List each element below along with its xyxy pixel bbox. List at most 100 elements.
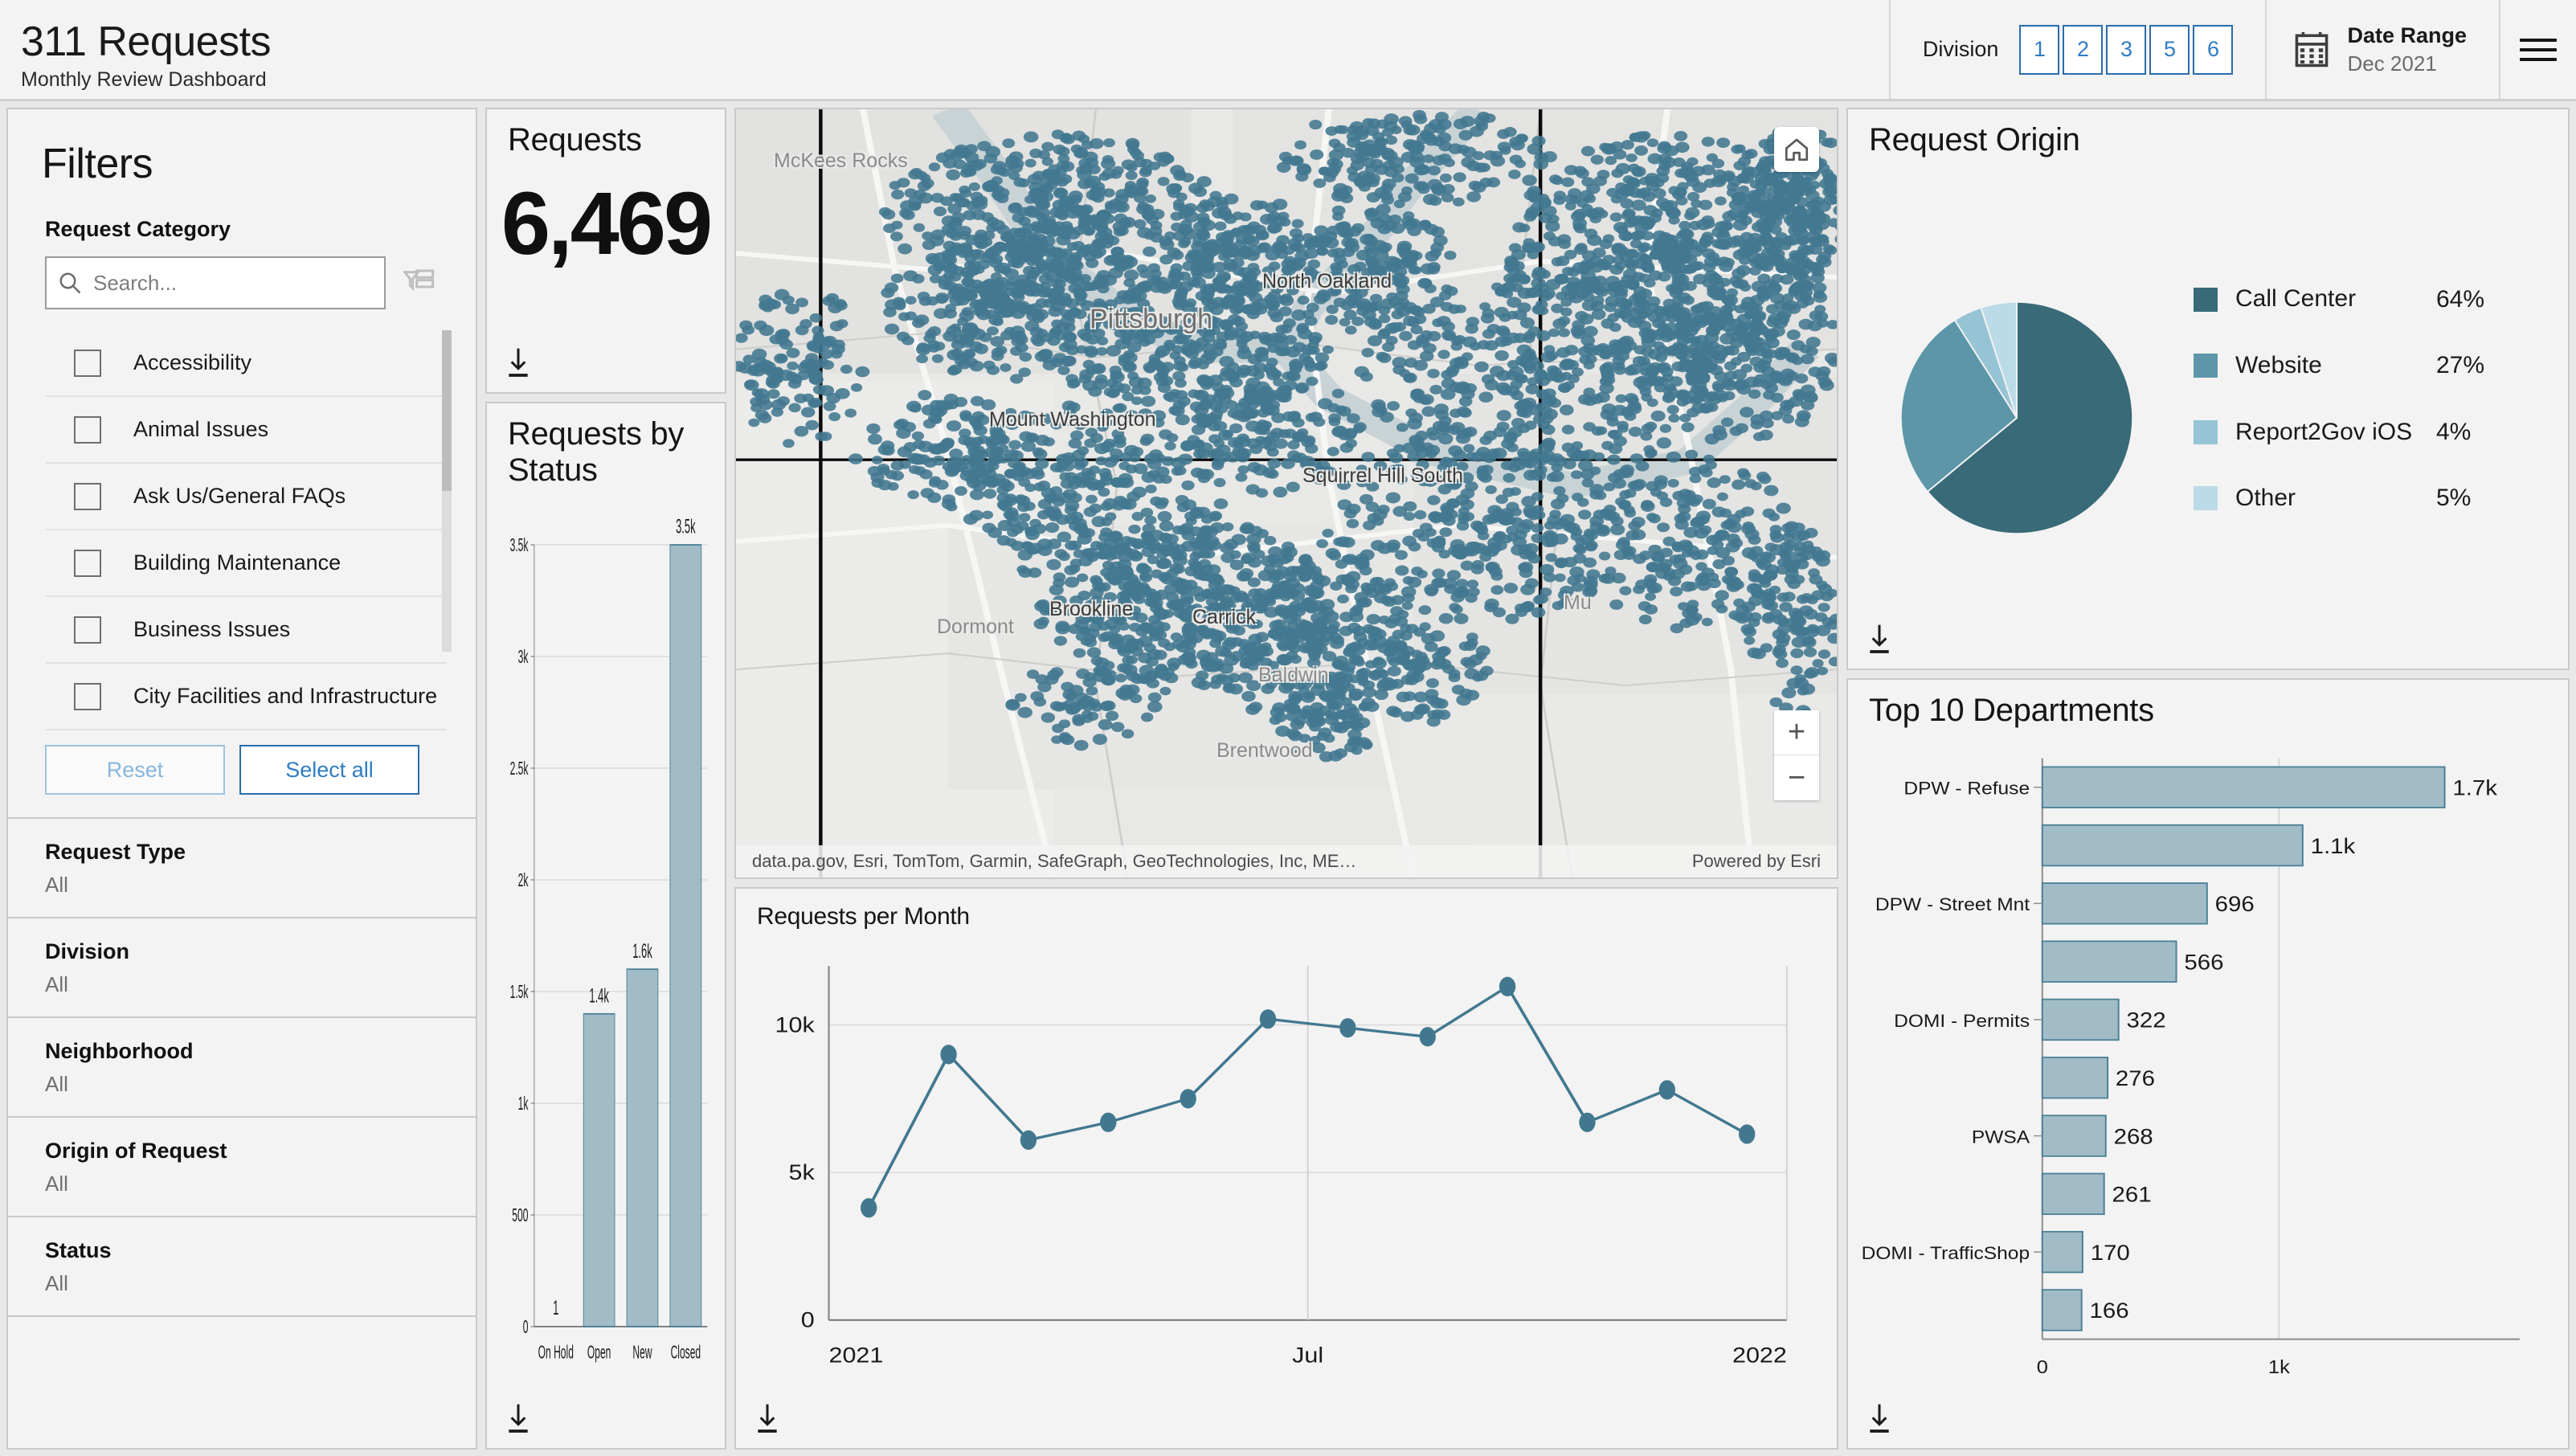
svg-text:New: New <box>632 1341 652 1362</box>
category-item[interactable]: Ask Us/General FAQs <box>45 464 447 530</box>
legend-value: 5% <box>2436 485 2472 512</box>
kpi-title: Requests <box>508 122 642 157</box>
division-selector: Division 1 2 3 5 6 <box>1888 0 2266 99</box>
filter-section-division[interactable]: Division All <box>8 917 476 1016</box>
category-checkbox[interactable] <box>74 616 101 644</box>
pie-legend: Call Center 64% Website 27% Report2Gov i… <box>2186 284 2568 550</box>
download-icon[interactable] <box>1866 1403 1893 1435</box>
division-button-6[interactable]: 6 <box>2193 24 2234 75</box>
category-checkbox[interactable] <box>74 349 101 377</box>
category-checkbox[interactable] <box>74 549 101 577</box>
map-attribution-bar: data.pa.gov, Esri, TomTom, Garmin, SafeG… <box>736 845 1837 877</box>
category-label: Accessibility <box>133 350 252 374</box>
filter-section-value: All <box>45 1172 68 1196</box>
filter-list-icon[interactable] <box>403 267 435 299</box>
dashboard-root: 311 Requests Monthly Review Dashboard Di… <box>0 0 2576 1456</box>
date-range-text: Date Range Dec 2021 <box>2347 22 2467 77</box>
menu-button[interactable] <box>2499 0 2576 99</box>
legend-swatch <box>2194 287 2218 312</box>
svg-text:3k: 3k <box>518 646 529 667</box>
category-item[interactable]: Building Maintenance <box>45 530 447 597</box>
legend-item[interactable]: Website 27% <box>2194 351 2568 381</box>
division-button-5[interactable]: 5 <box>2149 24 2190 75</box>
map-powered-by: Powered by Esri <box>1691 851 1821 871</box>
category-label: Animal Issues <box>133 417 269 441</box>
category-checkbox[interactable] <box>74 482 101 510</box>
map-zoom-in-button[interactable]: + <box>1774 710 1819 755</box>
middle-column: McKees Rocks Pittsburgh North Oakland Mount… <box>734 108 1838 1450</box>
legend-label: Other <box>2235 485 2296 512</box>
header-title-block: 311 Requests Monthly Review Dashboard <box>0 0 1889 99</box>
svg-text:1: 1 <box>553 1298 558 1320</box>
svg-text:Closed: Closed <box>671 1341 701 1362</box>
filter-section-value: All <box>45 873 68 897</box>
division-button-1[interactable]: 1 <box>2019 24 2060 75</box>
request-category-label: Request Category <box>45 217 231 241</box>
filter-section-title: Origin of Request <box>45 1139 227 1163</box>
pie-chart-graphic[interactable] <box>1848 273 2186 562</box>
map-home-button[interactable] <box>1774 127 1819 172</box>
category-label: Building Maintenance <box>133 550 341 575</box>
filter-section-value: All <box>45 1072 68 1096</box>
category-item[interactable]: City Facilities and Infrastructure <box>45 664 447 730</box>
category-label: City Facilities and Infrastructure <box>133 684 438 708</box>
kpi-value: 6,469 <box>501 174 713 273</box>
filter-section-request-type[interactable]: Request Type All <box>8 817 476 917</box>
download-icon[interactable] <box>505 347 532 379</box>
right-column: Request Origin Call Center 64% Website 2… <box>1846 108 2570 1450</box>
legend-value: 4% <box>2436 418 2472 445</box>
filter-actions: Reset Select all <box>8 730 476 817</box>
map-zoom-controls: + − <box>1774 710 1819 800</box>
page-title: 311 Requests <box>21 18 272 66</box>
legend-item[interactable]: Other 5% <box>2194 484 2568 513</box>
category-label: Ask Us/General FAQs <box>133 484 346 508</box>
filter-section-status[interactable]: Status All <box>8 1216 476 1315</box>
legend-swatch <box>2194 419 2218 444</box>
search-icon <box>59 272 81 294</box>
category-checkbox[interactable] <box>74 415 101 444</box>
filter-section-neighborhood[interactable]: Neighborhood All <box>8 1016 476 1116</box>
line-chart-area: 0 5k 10k 2021 Jul 2022 <box>755 930 1818 1400</box>
division-button-2[interactable]: 2 <box>2063 24 2104 75</box>
category-item[interactable]: Accessibility <box>45 330 447 397</box>
download-icon[interactable] <box>754 1403 781 1435</box>
select-all-button[interactable]: Select all <box>239 745 419 795</box>
legend-swatch <box>2194 354 2218 378</box>
filters-heading: Filters <box>42 141 153 187</box>
map-zoom-out-button[interactable]: − <box>1774 755 1819 800</box>
svg-text:0: 0 <box>523 1316 529 1337</box>
home-icon <box>1785 138 1809 162</box>
dept-chart-area: 0 1k 1.7k DPW - Refuse 1.1k 696 DPW - Street M… <box>1861 737 2555 1400</box>
requests-map[interactable]: McKees Rocks Pittsburgh North Oakland Mount… <box>734 108 1838 879</box>
date-range-selector[interactable]: Date Range Dec 2021 <box>2265 0 2499 99</box>
filter-section-title: Request Type <box>45 840 186 864</box>
status-bar-chart: 0 500 1k 1.5k 2k 2.5k 3k 3.5k 1 On Hold 1.4k Open 1.… <box>501 501 710 1392</box>
reset-button[interactable]: Reset <box>45 745 225 795</box>
category-list-scrollbar[interactable] <box>442 330 452 652</box>
category-checkbox[interactable] <box>74 682 101 710</box>
category-item[interactable]: Business Issues <box>45 597 447 664</box>
pie-chart-body: Call Center 64% Website 27% Report2Gov i… <box>1848 158 2568 669</box>
category-search-row: Search... <box>8 242 476 309</box>
legend-item[interactable]: Report2Gov iOS 4% <box>2194 418 2568 448</box>
legend-item[interactable]: Call Center 64% <box>2194 284 2568 314</box>
division-button-group: 1 2 3 5 6 <box>2019 24 2234 75</box>
category-label: Business Issues <box>133 617 291 641</box>
filter-panel-spacer <box>8 1315 476 1448</box>
legend-value: 27% <box>2436 352 2485 379</box>
svg-text:2.5k: 2.5k <box>510 758 529 779</box>
left-column: Requests 6,469 Requests by Status 0 500 1k… <box>485 108 726 1450</box>
filter-section-origin-of-request[interactable]: Origin of Request All <box>8 1116 476 1216</box>
date-range-value: Dec 2021 <box>2347 51 2437 76</box>
division-button-3[interactable]: 3 <box>2106 24 2147 75</box>
hamburger-icon <box>2520 32 2557 67</box>
download-icon[interactable] <box>1866 624 1893 656</box>
page-subtitle: Monthly Review Dashboard <box>21 67 267 91</box>
request-origin-card: Request Origin Call Center 64% Website 2… <box>1846 108 2570 670</box>
scrollbar-thumb[interactable] <box>442 330 452 491</box>
download-icon[interactable] <box>505 1403 532 1435</box>
category-item[interactable]: Animal Issues <box>45 397 447 464</box>
search-input[interactable]: Search... <box>45 256 386 309</box>
svg-text:1.5k: 1.5k <box>510 981 529 1002</box>
division-label: Division <box>1922 37 1999 61</box>
